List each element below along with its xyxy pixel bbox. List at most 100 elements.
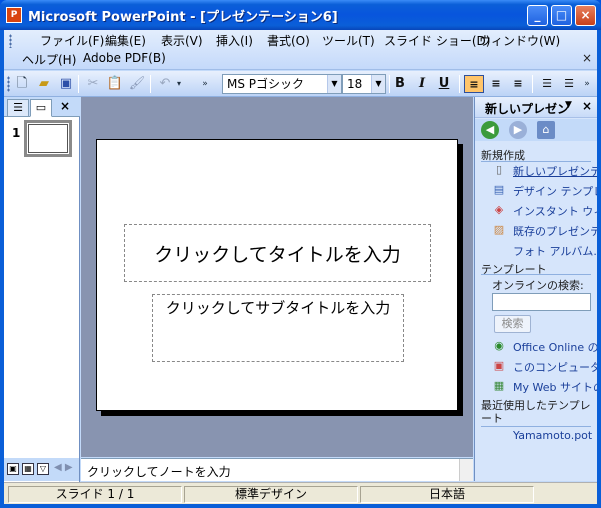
undo-dropdown-icon[interactable]: ▾ bbox=[174, 75, 184, 93]
new-blank-link[interactable]: 新しいプレゼンテ bbox=[513, 163, 597, 179]
chevron-down-icon[interactable]: ▼ bbox=[327, 75, 341, 93]
font-name-value: MS Pゴシック bbox=[227, 77, 305, 91]
slide[interactable]: クリックしてタイトルを入力 クリックしてサブタイトルを入力 bbox=[96, 139, 458, 411]
menu-window[interactable]: ウィンドウ(W) bbox=[479, 32, 560, 49]
undo-icon[interactable]: ↶ bbox=[156, 75, 174, 93]
toolbar-separator bbox=[459, 75, 460, 93]
paste-icon[interactable]: 📋 bbox=[106, 75, 124, 93]
outline-tab-icon[interactable]: ☰ bbox=[7, 99, 29, 117]
slides-pane: ☰ ▭ × 1 bbox=[4, 97, 80, 492]
office-online-link[interactable]: Office Online の bbox=[513, 339, 597, 355]
status-bar: スライド 1 / 1 標準デザイン 日本語 bbox=[4, 482, 597, 504]
toolbar-separator bbox=[150, 75, 151, 93]
my-web-site-link[interactable]: My Web サイトの bbox=[513, 379, 597, 395]
forward-icon[interactable]: ▶ bbox=[509, 121, 527, 139]
minimize-button[interactable]: _ bbox=[527, 5, 548, 26]
menu-view[interactable]: 表示(V) bbox=[161, 32, 203, 49]
menubar-grip[interactable] bbox=[9, 34, 12, 48]
font-size-value: 18 bbox=[347, 77, 363, 91]
bullet-list-icon[interactable]: ☰ bbox=[559, 75, 579, 93]
online-search-input[interactable] bbox=[492, 293, 591, 311]
existing-presentation-icon: ▨ bbox=[493, 223, 505, 236]
slide-number: 1 bbox=[12, 126, 21, 140]
existing-presentation-link[interactable]: 既存のプレゼンテ bbox=[513, 223, 597, 239]
scroll-left-icon[interactable]: ◀ ▶ bbox=[54, 462, 73, 473]
blank-document-icon: ▯ bbox=[495, 163, 503, 176]
italic-button[interactable]: I bbox=[412, 75, 432, 93]
slideshow-view-icon[interactable]: ▽ bbox=[37, 463, 49, 475]
notes-scrollbar[interactable] bbox=[459, 459, 473, 481]
pane-tabs: ☰ ▭ × bbox=[4, 97, 80, 117]
section-divider bbox=[481, 426, 591, 427]
menu-tools[interactable]: ツール(T) bbox=[322, 32, 375, 49]
toolbar-separator bbox=[532, 75, 533, 93]
title-bar[interactable]: P Microsoft PowerPoint - [プレゼンテーション6] _ … bbox=[0, 0, 601, 30]
menu-help[interactable]: ヘルプ(H) bbox=[22, 51, 76, 68]
recent-template-link[interactable]: Yamamoto.pot bbox=[513, 429, 592, 442]
section-divider bbox=[481, 274, 591, 275]
maximize-button[interactable]: □ bbox=[551, 5, 572, 26]
thumbnail-frame bbox=[28, 124, 68, 153]
task-pane-close-icon[interactable]: × bbox=[582, 99, 592, 113]
open-folder-icon[interactable]: ▰ bbox=[35, 75, 53, 93]
design-template-link[interactable]: デザイン テンプレ bbox=[513, 183, 597, 199]
normal-view-icon[interactable]: ▣ bbox=[7, 463, 19, 475]
task-pane-title: 新しいプレゼン bbox=[485, 102, 570, 116]
chevron-down-icon[interactable]: ▼ bbox=[565, 100, 572, 110]
section-divider bbox=[481, 161, 591, 162]
office-online-icon: ◉ bbox=[494, 339, 504, 352]
menu-edit[interactable]: 編集(E) bbox=[105, 32, 146, 49]
title-placeholder[interactable]: クリックしてタイトルを入力 bbox=[124, 224, 431, 282]
slides-tab-icon[interactable]: ▭ bbox=[30, 99, 52, 117]
menu-slideshow[interactable]: スライド ショー(D) bbox=[384, 32, 490, 49]
toolbar-options-icon[interactable]: » bbox=[200, 75, 210, 93]
notes-pane[interactable]: クリックしてノートを入力 bbox=[81, 458, 473, 481]
home-icon[interactable]: ⌂ bbox=[537, 121, 555, 139]
powerpoint-window: P Microsoft PowerPoint - [プレゼンテーション6] _ … bbox=[0, 0, 601, 508]
search-button[interactable]: 検索 bbox=[494, 315, 531, 333]
font-name-combo[interactable]: MS Pゴシック ▼ bbox=[222, 74, 342, 94]
photo-album-link[interactable]: フォト アルバム... bbox=[513, 243, 597, 259]
local-templates-link[interactable]: このコンピュータ上 bbox=[513, 359, 597, 375]
save-disk-icon[interactable]: ▣ bbox=[57, 75, 75, 93]
toolbar-grip[interactable] bbox=[7, 76, 10, 92]
status-design: 標準デザイン bbox=[184, 486, 358, 503]
align-center-icon[interactable]: ≡ bbox=[486, 75, 506, 93]
menu-close-icon[interactable]: × bbox=[582, 51, 592, 65]
slide-thumbnail[interactable] bbox=[24, 120, 72, 157]
slide-sorter-icon[interactable]: ▦ bbox=[22, 463, 34, 475]
numbered-list-icon[interactable]: ☰ bbox=[537, 75, 557, 93]
bold-button[interactable]: B bbox=[390, 75, 410, 93]
status-language: 日本語 bbox=[360, 486, 534, 503]
chevron-down-icon[interactable]: ▼ bbox=[371, 75, 385, 93]
menu-adobe-pdf[interactable]: Adobe PDF(B) bbox=[83, 51, 166, 65]
menu-file[interactable]: ファイル(F) bbox=[40, 32, 104, 49]
menu-insert[interactable]: 挿入(I) bbox=[216, 32, 253, 49]
online-search-label: オンラインの検索: bbox=[492, 279, 584, 292]
underline-button[interactable]: U bbox=[434, 75, 454, 93]
menu-bar: ファイル(F) 編集(E) 表示(V) 挿入(I) 書式(O) ツール(T) ス… bbox=[4, 30, 597, 70]
app-client: ファイル(F) 編集(E) 表示(V) 挿入(I) 書式(O) ツール(T) ス… bbox=[4, 30, 597, 504]
notes-placeholder[interactable]: クリックしてノートを入力 bbox=[87, 465, 231, 479]
subtitle-placeholder[interactable]: クリックしてサブタイトルを入力 bbox=[152, 294, 404, 362]
format-painter-icon[interactable]: 🖌 bbox=[128, 75, 146, 93]
align-right-icon[interactable]: ≡ bbox=[508, 75, 528, 93]
view-buttons: ▣ ▦ ▽ ◀ ▶ bbox=[4, 458, 80, 481]
align-left-icon[interactable]: ≡ bbox=[464, 75, 484, 93]
status-slide: スライド 1 / 1 bbox=[8, 486, 182, 503]
local-templates-icon: ▣ bbox=[493, 359, 505, 372]
back-icon[interactable]: ◀ bbox=[481, 121, 499, 139]
toolbar-overflow-icon[interactable]: » bbox=[581, 75, 593, 93]
powerpoint-icon[interactable]: P bbox=[6, 7, 22, 23]
pane-close-icon[interactable]: × bbox=[60, 99, 70, 113]
font-size-combo[interactable]: 18 ▼ bbox=[342, 74, 386, 94]
design-template-icon: ▤ bbox=[493, 183, 505, 196]
task-pane: 新しいプレゼン ▼ × ◀ ▶ ⌂ 新規作成 ▯ 新しいプレゼンテ ▤ デザイン… bbox=[474, 97, 597, 481]
cut-icon[interactable]: ✂ bbox=[84, 75, 102, 93]
recent-section-title: 最近使用したテンプレート bbox=[481, 399, 591, 425]
menu-format[interactable]: 書式(O) bbox=[267, 32, 310, 49]
new-document-icon[interactable]: 🗋 bbox=[13, 75, 31, 93]
autocontent-wizard-link[interactable]: インスタント ウィザ bbox=[513, 203, 597, 219]
close-button[interactable]: × bbox=[575, 5, 596, 26]
task-pane-header[interactable]: 新しいプレゼン ▼ × bbox=[475, 97, 597, 118]
